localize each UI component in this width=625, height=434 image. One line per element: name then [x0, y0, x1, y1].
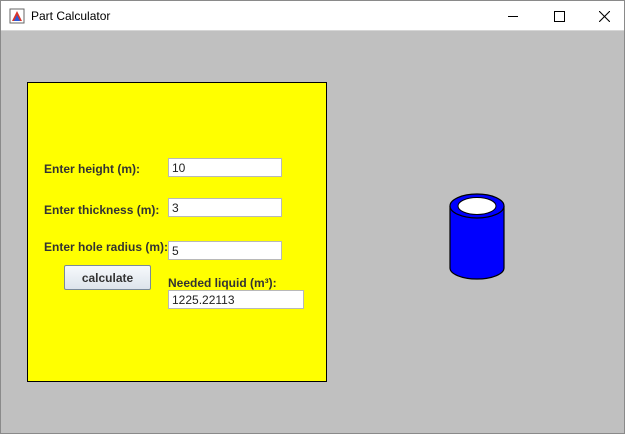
calculate-button-label: calculate — [81, 270, 134, 285]
calculate-button[interactable]: calculate — [64, 265, 151, 290]
height-label: Enter height (m): — [44, 162, 140, 176]
cylinder-graphic — [449, 193, 505, 280]
content-area: Enter height (m): 10 Enter thickness (m)… — [1, 32, 624, 433]
java-app-icon — [9, 8, 25, 24]
maximize-button[interactable] — [536, 1, 582, 31]
minimize-icon — [507, 15, 518, 17]
close-icon — [598, 10, 610, 22]
result-label: Needed liquid (m³): — [168, 276, 277, 290]
height-input[interactable]: 10 — [168, 158, 282, 177]
hole-radius-input[interactable]: 5 — [168, 241, 282, 260]
app-window: Part Calculator Enter height (m): 10 Ent… — [0, 0, 625, 434]
thickness-input[interactable]: 3 — [168, 198, 282, 217]
result-output[interactable]: 1225.22113 — [168, 290, 304, 309]
minimize-button[interactable] — [490, 1, 536, 31]
title-bar[interactable]: Part Calculator — [1, 1, 624, 31]
thickness-label: Enter thickness (m): — [44, 203, 160, 217]
cylinder-hole — [457, 197, 497, 215]
maximize-icon — [553, 10, 565, 22]
input-panel: Enter height (m): 10 Enter thickness (m)… — [27, 82, 327, 382]
close-button[interactable] — [581, 1, 625, 31]
window-title: Part Calculator — [31, 9, 111, 23]
hole-radius-label: Enter hole radius (m): — [44, 240, 169, 254]
